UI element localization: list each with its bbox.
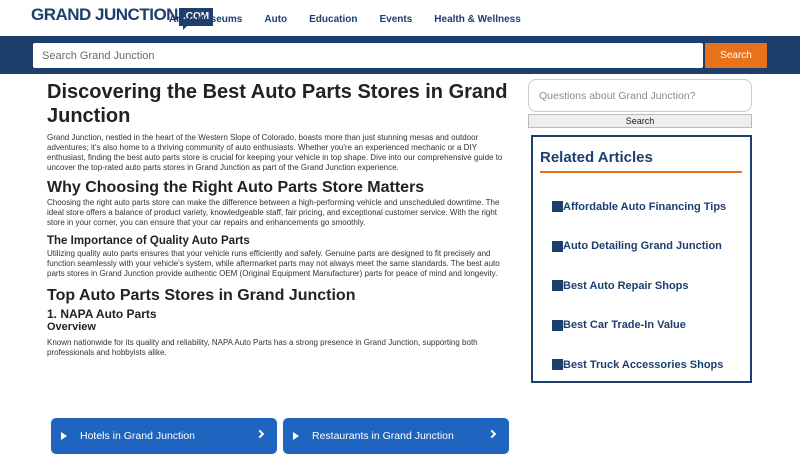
- heading-overview: Overview: [47, 321, 96, 333]
- play-icon: [61, 432, 67, 440]
- heading-choosing: Why Choosing the Right Auto Parts Store …: [47, 179, 425, 196]
- nav-auto[interactable]: Auto: [264, 14, 287, 25]
- related-link[interactable]: Auto Detailing Grand Junction: [563, 240, 722, 252]
- square-bullet-icon: [552, 280, 563, 292]
- nav-education[interactable]: Education: [309, 14, 357, 25]
- list-item: Affordable Auto Financing Tips: [540, 187, 742, 227]
- napa-paragraph: Known nationwide for its quality and rel…: [47, 338, 478, 357]
- article-content: Discovering the Best Auto Parts Stores i…: [47, 80, 517, 358]
- question-input[interactable]: [528, 79, 752, 112]
- article-title: Discovering the Best Auto Parts Stores i…: [47, 81, 508, 127]
- related-link[interactable]: Best Car Trade-In Value: [563, 319, 686, 331]
- related-link[interactable]: Best Auto Repair Shops: [563, 280, 689, 292]
- square-bullet-icon: [552, 319, 563, 331]
- related-link[interactable]: Best Truck Accessories Shops: [563, 359, 723, 371]
- heading-napa: 1. NAPA Auto Parts: [47, 307, 157, 321]
- square-bullet-icon: [552, 201, 563, 213]
- square-bullet-icon: [552, 359, 563, 371]
- chevron-right-icon: [255, 429, 265, 439]
- top-header: GRAND JUNCTION .COM Art & Museums Auto E…: [0, 0, 800, 36]
- heading-top-stores: Top Auto Parts Stores in Grand Junction: [47, 287, 356, 304]
- restaurants-label: Restaurants in Grand Junction: [312, 430, 454, 442]
- nav-art-museums[interactable]: Art & Museums: [169, 14, 242, 25]
- search-button[interactable]: Search: [705, 43, 767, 68]
- list-item: Best Truck Accessories Shops: [540, 345, 742, 385]
- main-nav: Art & Museums Auto Education Events Heal…: [169, 14, 543, 25]
- play-icon: [293, 432, 299, 440]
- nav-health-wellness[interactable]: Health & Wellness: [434, 14, 521, 25]
- chevron-right-icon: [487, 429, 497, 439]
- related-articles-title: Related Articles: [540, 149, 742, 173]
- nav-events[interactable]: Events: [379, 14, 412, 25]
- hotels-label: Hotels in Grand Junction: [80, 430, 195, 442]
- related-articles-list: Affordable Auto Financing Tips Auto Deta…: [540, 187, 742, 385]
- restaurants-button[interactable]: Restaurants in Grand Junction: [283, 418, 509, 454]
- related-link[interactable]: Affordable Auto Financing Tips: [563, 201, 726, 213]
- question-search-button[interactable]: Search: [528, 114, 752, 128]
- intro-paragraph: Grand Junction, nestled in the heart of …: [47, 133, 503, 172]
- list-item: Auto Detailing Grand Junction: [540, 227, 742, 267]
- search-bar: Search: [0, 36, 800, 74]
- related-articles-panel: Related Articles Affordable Auto Financi…: [531, 135, 752, 383]
- search-input[interactable]: [33, 43, 703, 68]
- list-item: Best Auto Repair Shops: [540, 266, 742, 306]
- square-bullet-icon: [552, 240, 563, 252]
- logo-text: GRAND JUNCTION: [31, 5, 178, 24]
- heading-quality: The Importance of Quality Auto Parts: [47, 235, 250, 247]
- list-item: Best Car Trade-In Value: [540, 306, 742, 346]
- hotels-button[interactable]: Hotels in Grand Junction: [51, 418, 277, 454]
- choosing-paragraph: Choosing the right auto parts store can …: [47, 198, 500, 227]
- quality-paragraph: Utilizing quality auto parts ensures tha…: [47, 249, 500, 278]
